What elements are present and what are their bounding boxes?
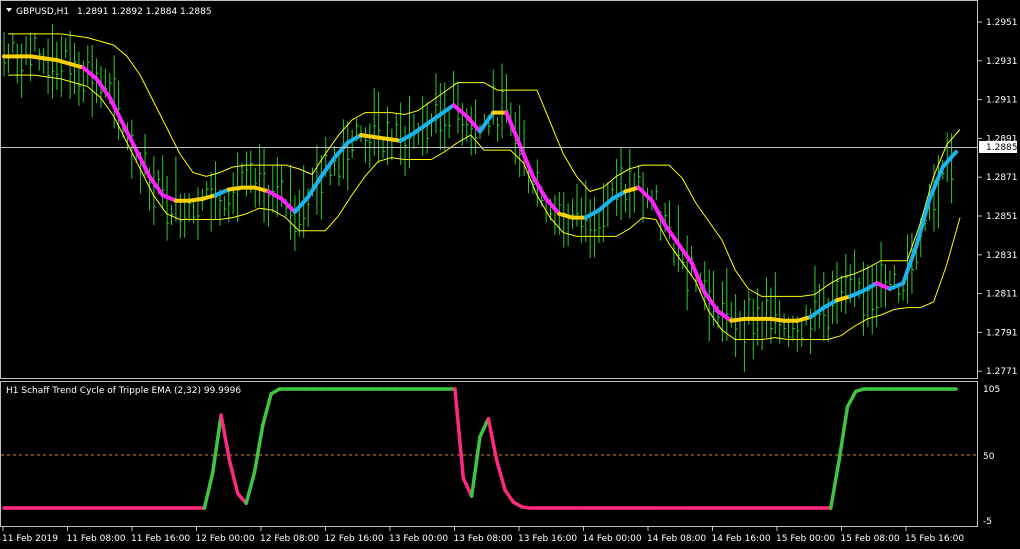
price-tick-label: 1.2911 [986, 96, 1018, 106]
time-tick-label: 14 Feb 08:00 [647, 534, 706, 544]
trading-chart[interactable]: GBPUSD,H1 1.2891 1.2892 1.2884 1.2885 H1… [0, 0, 1020, 549]
trend-segment [187, 196, 205, 203]
trend-segment [359, 133, 377, 139]
indicator-axis: 105 50 -5 [983, 385, 1000, 527]
price-axis: 1.29511.29311.29111.28911.28711.28511.28… [978, 18, 1018, 377]
time-tick-label: 13 Feb 00:00 [389, 534, 448, 544]
price-tick-label: 1.2831 [986, 251, 1018, 261]
time-tick-label: 14 Feb 00:00 [583, 534, 642, 544]
time-tick-label: 13 Feb 16:00 [518, 534, 577, 544]
price-tick-label: 1.2871 [986, 173, 1018, 183]
price-tick-label: 1.2931 [986, 57, 1018, 67]
symbol-title: GBPUSD,H1 [16, 7, 69, 17]
main-price-panel[interactable] [0, 0, 978, 379]
trend-segment [41, 56, 59, 63]
price-tick-label: 1.2791 [986, 328, 1018, 338]
time-tick-label: 11 Feb 08:00 [67, 534, 126, 544]
current-price-label: 1.2885 [986, 143, 1018, 153]
time-tick-label: 13 Feb 08:00 [454, 534, 513, 544]
level-tick-50: 50 [983, 452, 995, 462]
price-tick-label: 1.2811 [986, 290, 1018, 300]
time-tick-label: 15 Feb 08:00 [841, 534, 900, 544]
trend-segment [768, 316, 787, 323]
time-tick-label: 12 Feb 00:00 [196, 534, 255, 544]
trend-segment [729, 316, 747, 323]
level-tick-minus5: -5 [983, 517, 992, 527]
trend-segment [385, 136, 403, 143]
trend-segment [28, 54, 46, 61]
price-tick-label: 1.2951 [986, 18, 1018, 28]
time-tick-label: 11 Feb 16:00 [131, 534, 190, 544]
level-tick-105: 105 [983, 385, 1000, 395]
time-tick-label: 12 Feb 16:00 [325, 534, 384, 544]
price-tick-label: 1.2771 [986, 367, 1018, 377]
indicator-title: H1 Schaff Trend Cycle of Tripple EMA (2,… [6, 386, 241, 396]
trend-segment [226, 185, 244, 192]
ohlc-values: 1.2891 1.2892 1.2884 1.2885 [77, 7, 212, 17]
time-axis: 11 Feb 2019 11 Feb 08:00 11 Feb 16:00 12 Fe… [2, 527, 964, 544]
time-tick-label: 14 Feb 16:00 [712, 534, 771, 544]
trend-segment [372, 135, 390, 141]
time-tick-label: 15 Feb 16:00 [905, 534, 964, 544]
time-tick-label: 15 Feb 00:00 [776, 534, 835, 544]
time-tick-label: 11 Feb 2019 [2, 534, 58, 544]
price-tick-label: 1.2851 [986, 212, 1018, 222]
time-tick-label: 12 Feb 08:00 [260, 534, 319, 544]
